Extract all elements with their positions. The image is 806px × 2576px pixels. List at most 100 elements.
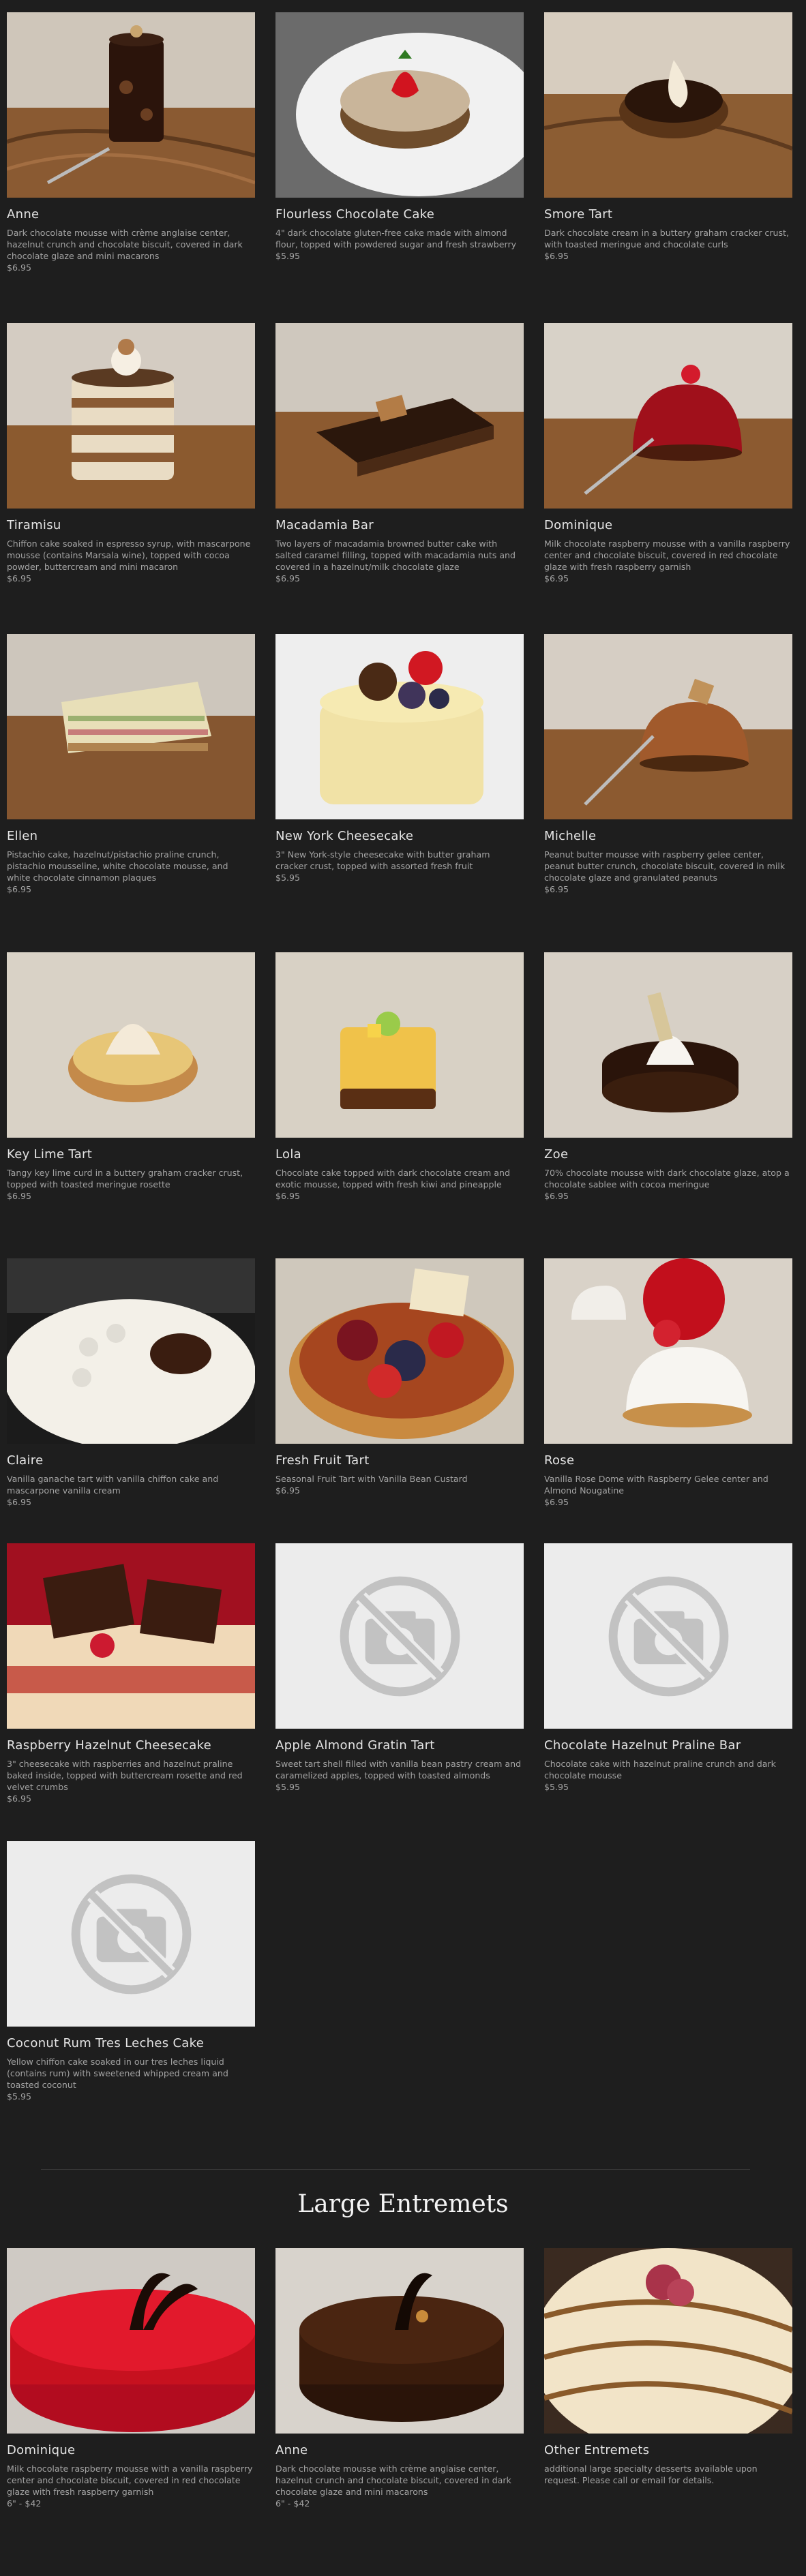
menu-item-name: Apple Almond Gratin Tart [275, 1738, 435, 1753]
menu-item-price: $5.95 [544, 1782, 569, 1792]
menu-item-desc: Milk chocolate raspberry mousse with a v… [544, 539, 790, 572]
large-other-photo[interactable] [544, 2248, 792, 2434]
menu-item-card[interactable]: Chocolate Hazelnut Praline Bar Chocolate… [544, 1543, 792, 1793]
menu-item-desc: Chiffon cake soaked in espresso syrup, w… [7, 539, 251, 572]
claire-photo[interactable] [7, 1258, 255, 1444]
menu-item-card[interactable]: Smore Tart Dark chocolate cream in a but… [544, 12, 792, 262]
menu-item-price: $6.95 [7, 1191, 32, 1201]
large-item-card[interactable]: Anne Dark chocolate mousse with crème an… [275, 2248, 524, 2509]
section-divider [41, 2169, 750, 2170]
menu-item-price: $6.95 [275, 1485, 301, 1496]
menu-item-price: $6.95 [275, 1191, 301, 1201]
menu-item-name: Macadamia Bar [275, 518, 374, 532]
menu-item-price: $6.95 [7, 573, 32, 584]
menu-item-card[interactable]: Fresh Fruit Tart Seasonal Fruit Tart wit… [275, 1258, 524, 1496]
menu-item-price: $5.95 [275, 1782, 301, 1792]
menu-item-desc: Peanut butter mousse with raspberry gele… [544, 849, 786, 883]
menu-item-name: Key Lime Tart [7, 1147, 93, 1162]
menu-item-card[interactable]: Dominique Milk chocolate raspberry mouss… [544, 323, 792, 584]
anne-photo[interactable] [7, 12, 255, 198]
menu-item-price: $6.95 [7, 1497, 32, 1507]
large-anne-photo[interactable] [275, 2248, 524, 2434]
menu-item-name: Dominique [544, 518, 613, 532]
smore-photo[interactable] [544, 12, 792, 198]
menu-item-name: Flourless Chocolate Cake [275, 207, 435, 222]
rhcheese-photo[interactable] [7, 1543, 255, 1729]
tiramisu-photo[interactable] [7, 323, 255, 509]
menu-item-name: Smore Tart [544, 207, 613, 222]
menu-item-desc: Pistachio cake, hazelnut/pistachio prali… [7, 849, 228, 883]
menu-item-card[interactable]: Flourless Chocolate Cake 4" dark chocola… [275, 12, 524, 262]
menu-item-name: Chocolate Hazelnut Praline Bar [544, 1738, 741, 1753]
large-item-name: Dominique [7, 2443, 76, 2457]
menu-item-desc: 3" New York-style cheesecake with butter… [275, 849, 490, 871]
flourless-photo[interactable] [275, 12, 524, 198]
menu-item-card[interactable]: Coconut Rum Tres Leches Cake Yellow chif… [7, 1841, 255, 2102]
menu-item-card[interactable]: Anne Dark chocolate mousse with crème an… [7, 12, 255, 273]
menu-item-price: $6.95 [275, 573, 301, 584]
menu-item-price: $6.95 [544, 573, 569, 584]
keylime-photo[interactable] [7, 952, 255, 1138]
menu-item-card[interactable]: Raspberry Hazelnut Cheesecake 3" cheesec… [7, 1543, 255, 1804]
menu-item-card[interactable]: Lola Chocolate cake topped with dark cho… [275, 952, 524, 1202]
menu-item-card[interactable]: Tiramisu Chiffon cake soaked in espresso… [7, 323, 255, 584]
no-photo-placeholder[interactable] [544, 1543, 792, 1729]
lola-photo[interactable] [275, 952, 524, 1138]
no-camera-icon [340, 1576, 460, 1696]
large-item-name: Anne [275, 2443, 308, 2457]
menu-item-name: Michelle [544, 829, 597, 843]
menu-item-name: Raspberry Hazelnut Cheesecake [7, 1738, 212, 1753]
rose-photo[interactable] [544, 1258, 792, 1444]
large-item-desc: Dark chocolate mousse with crème anglais… [275, 2464, 511, 2497]
menu-item-desc: Chocolate cake topped with dark chocolat… [275, 1168, 510, 1189]
menu-item-name: Ellen [7, 829, 38, 843]
large-item-name: Other Entremets [544, 2443, 650, 2457]
nycheese-photo[interactable] [275, 634, 524, 819]
menu-item-desc: 4" dark chocolate gluten-free cake made … [275, 228, 517, 249]
menu-item-name: Coconut Rum Tres Leches Cake [7, 2036, 205, 2050]
michelle-photo[interactable] [544, 634, 792, 819]
menu-item-desc: Yellow chiffon cake soaked in our tres l… [7, 2057, 228, 2090]
macadamia-photo[interactable] [275, 323, 524, 509]
menu-item-card[interactable]: Macadamia Bar Two layers of macadamia br… [275, 323, 524, 584]
large-dominique-photo[interactable] [7, 2248, 255, 2434]
large-item-card[interactable]: Dominique Milk chocolate raspberry mouss… [7, 2248, 255, 2509]
menu-item-desc: Chocolate cake with hazelnut praline cru… [544, 1759, 776, 1781]
menu-item-card[interactable]: Key Lime Tart Tangy key lime curd in a b… [7, 952, 255, 1202]
menu-item-card[interactable]: Claire Vanilla ganache tart with vanilla… [7, 1258, 255, 1508]
large-item-price: 6" - $42 [7, 2498, 42, 2509]
menu-item-name: Tiramisu [7, 518, 61, 532]
menu-item-name: Anne [7, 207, 40, 222]
large-item-desc: Milk chocolate raspberry mousse with a v… [7, 2464, 253, 2497]
menu-item-desc: Dark chocolate mousse with crème anglais… [7, 228, 243, 261]
menu-item-desc: Tangy key lime curd in a buttery graham … [7, 1168, 243, 1189]
menu-item-price: $6.95 [544, 1191, 569, 1201]
menu-item-price: $6.95 [7, 1793, 32, 1804]
menu-item-name: Rose [544, 1453, 575, 1468]
large-item-price: 6" - $42 [275, 2498, 310, 2509]
ellen-photo[interactable] [7, 634, 255, 819]
menu-item-price: $6.95 [544, 1497, 569, 1507]
no-photo-placeholder[interactable] [275, 1543, 524, 1729]
menu-item-desc: 70% chocolate mousse with dark chocolate… [544, 1168, 790, 1189]
menu-item-desc: Two layers of macadamia browned butter c… [275, 539, 516, 572]
menu-item-name: Fresh Fruit Tart [275, 1453, 370, 1468]
menu-item-card[interactable]: Ellen Pistachio cake, hazelnut/pistachio… [7, 634, 255, 895]
large-item-card[interactable]: Other Entremets additional large special… [544, 2248, 792, 2486]
menu-item-name: Lola [275, 1147, 301, 1162]
menu-item-card[interactable]: Rose Vanilla Rose Dome with Raspberry Ge… [544, 1258, 792, 1508]
menu-item-card[interactable]: New York Cheesecake 3" New York-style ch… [275, 634, 524, 883]
menu-item-desc: Vanilla Rose Dome with Raspberry Gelee c… [544, 1474, 768, 1496]
menu-item-price: $6.95 [7, 884, 32, 894]
menu-item-card[interactable]: Apple Almond Gratin Tart Sweet tart shel… [275, 1543, 524, 1793]
menu-item-card[interactable]: Michelle Peanut butter mousse with raspb… [544, 634, 792, 895]
no-photo-placeholder[interactable] [7, 1841, 255, 2027]
menu-item-desc: 3" cheesecake with raspberries and hazel… [7, 1759, 243, 1792]
fruittart-photo[interactable] [275, 1258, 524, 1444]
menu-item-price: $5.95 [7, 2091, 32, 2102]
menu-item-desc: Seasonal Fruit Tart with Vanilla Bean Cu… [275, 1474, 468, 1484]
menu-item-desc: Vanilla ganache tart with vanilla chiffo… [7, 1474, 219, 1496]
menu-item-card[interactable]: Zoe 70% chocolate mousse with dark choco… [544, 952, 792, 1202]
zoe-photo[interactable] [544, 952, 792, 1138]
dominique-photo[interactable] [544, 323, 792, 509]
